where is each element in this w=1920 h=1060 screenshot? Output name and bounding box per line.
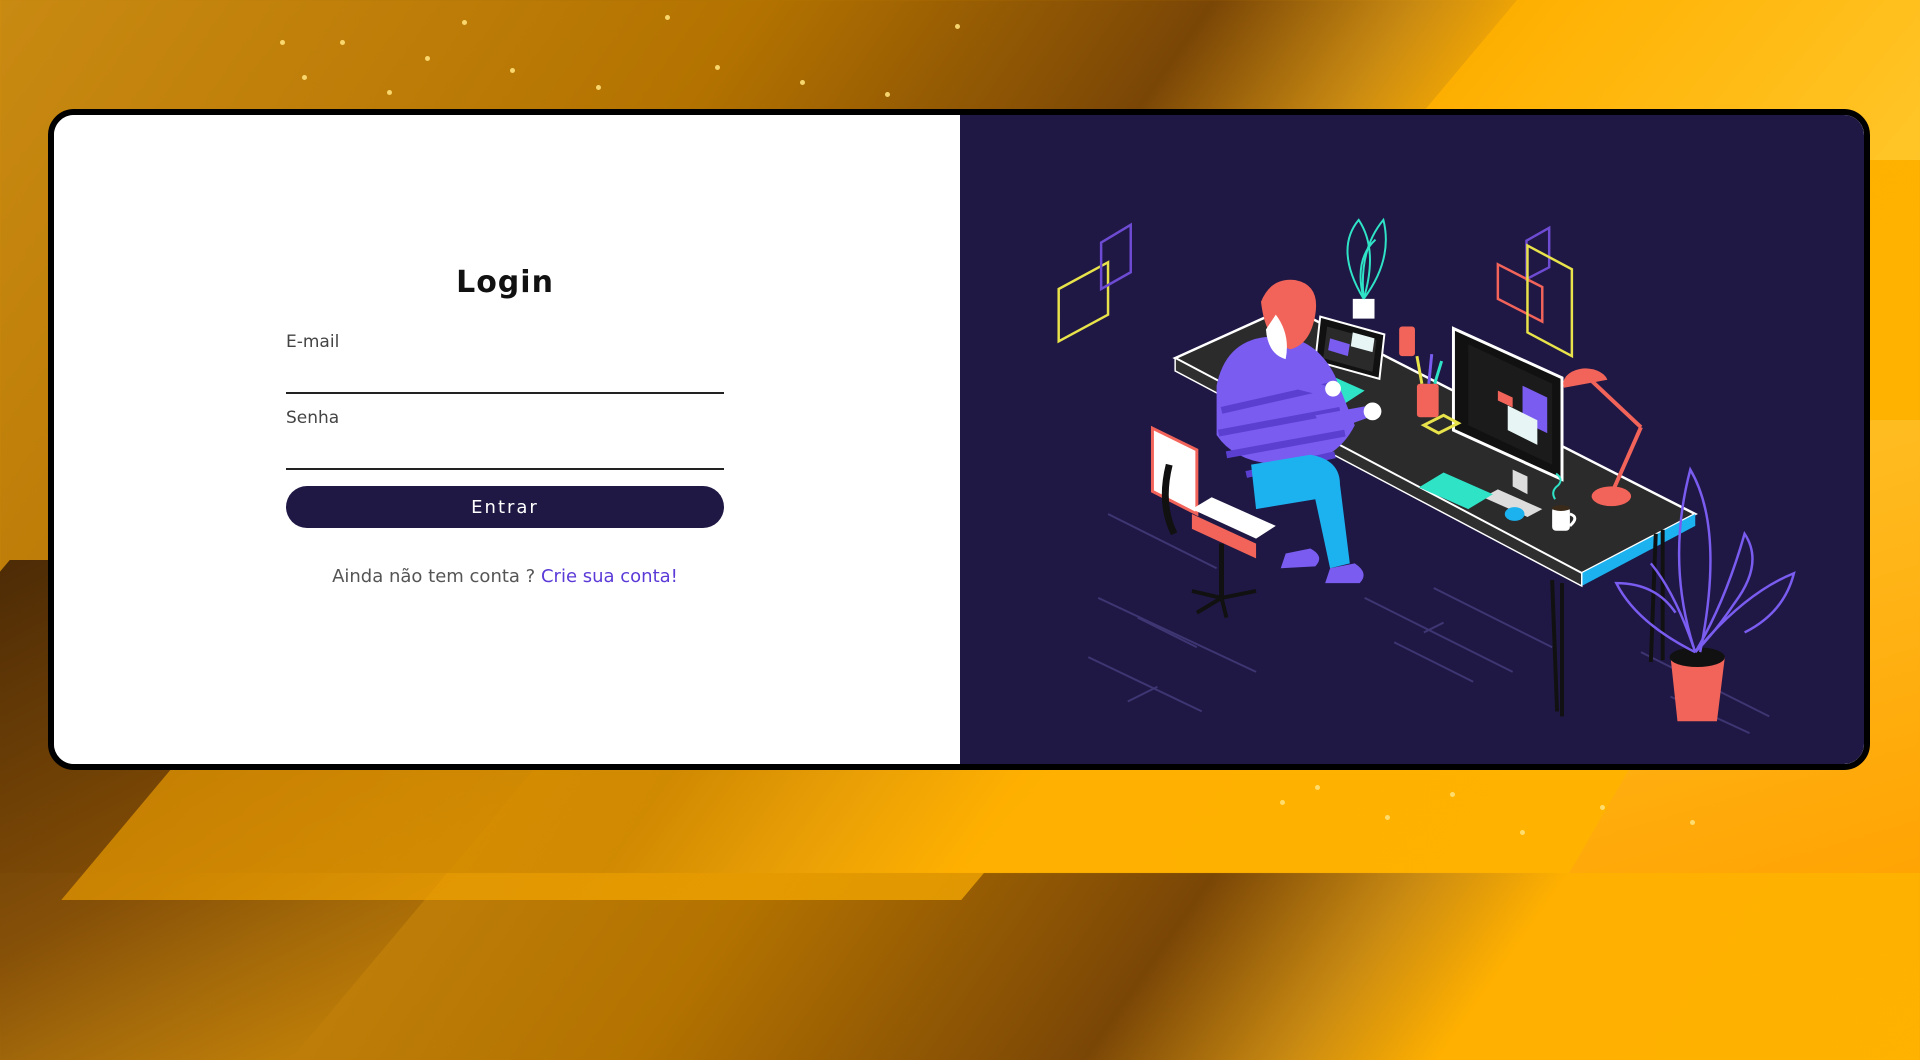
email-label: E-mail (286, 332, 340, 352)
login-button[interactable]: Entrar (286, 486, 724, 528)
illustration-panel (960, 115, 1864, 764)
email-field-group: E-mail (286, 332, 724, 394)
email-field[interactable] (286, 366, 724, 394)
floor-lines-decoration (1087, 513, 1770, 734)
signup-row: Ainda não tem conta ? Crie sua conta! (286, 566, 724, 587)
red-can (1399, 326, 1415, 357)
login-panel: Login E-mail Senha Entrar Ainda não tem … (54, 115, 960, 764)
page-title: Login (456, 265, 554, 300)
pencil-cup (1415, 353, 1444, 418)
signup-link[interactable]: Crie sua conta! (541, 566, 678, 587)
signup-prompt: Ainda não tem conta ? (332, 566, 536, 587)
password-field-group: Senha (286, 408, 724, 470)
desk-plant (1346, 217, 1387, 319)
login-card: Login E-mail Senha Entrar Ainda não tem … (48, 109, 1870, 770)
person-at-desk-illustration (1057, 217, 1796, 734)
login-form: Login E-mail Senha Entrar Ainda não tem … (286, 265, 724, 587)
mouse (1504, 507, 1525, 521)
password-field[interactable] (286, 442, 724, 470)
password-label: Senha (286, 408, 340, 428)
background-stripe (61, 760, 1079, 900)
